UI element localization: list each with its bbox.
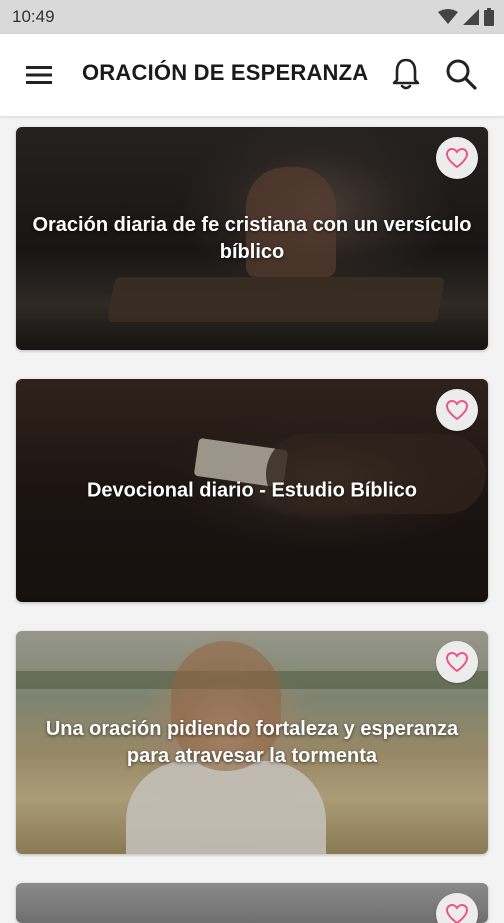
favorite-button[interactable] xyxy=(436,137,478,179)
page-title: ORACIÓN DE ESPERANZA xyxy=(82,60,369,85)
prayer-card[interactable]: Devocional diario - Estudio Bíblico xyxy=(16,379,488,602)
search-icon[interactable] xyxy=(444,56,478,92)
card-title: Devocional diario - Estudio Bíblico xyxy=(86,479,418,501)
bell-icon[interactable] xyxy=(390,56,422,92)
prayer-card[interactable]: Oración diaria de fe cristiana con un ve… xyxy=(16,127,488,350)
signal-icon xyxy=(463,9,479,25)
status-icons xyxy=(438,8,494,26)
card-image xyxy=(16,883,488,923)
prayer-card[interactable]: Una oración pidiendo fortaleza y esperan… xyxy=(16,631,488,854)
heart-outline-icon xyxy=(445,147,469,169)
heart-outline-icon xyxy=(445,651,469,673)
prayer-card[interactable] xyxy=(16,883,488,923)
status-time: 10:49 xyxy=(12,7,55,26)
battery-icon xyxy=(484,8,494,26)
status-bar: 10:49 xyxy=(0,0,504,34)
favorite-button[interactable] xyxy=(436,641,478,683)
card-title: Una oración pidiendo fortaleza y esperan… xyxy=(45,717,459,767)
favorite-button[interactable] xyxy=(436,389,478,431)
card-title: Oración diaria de fe cristiana con un ve… xyxy=(32,213,472,263)
app-bar: ORACIÓN DE ESPERANZA xyxy=(0,34,504,116)
menu-icon[interactable] xyxy=(24,60,54,90)
heart-outline-icon xyxy=(445,399,469,421)
heart-outline-icon xyxy=(445,903,469,923)
wifi-icon xyxy=(438,9,458,24)
